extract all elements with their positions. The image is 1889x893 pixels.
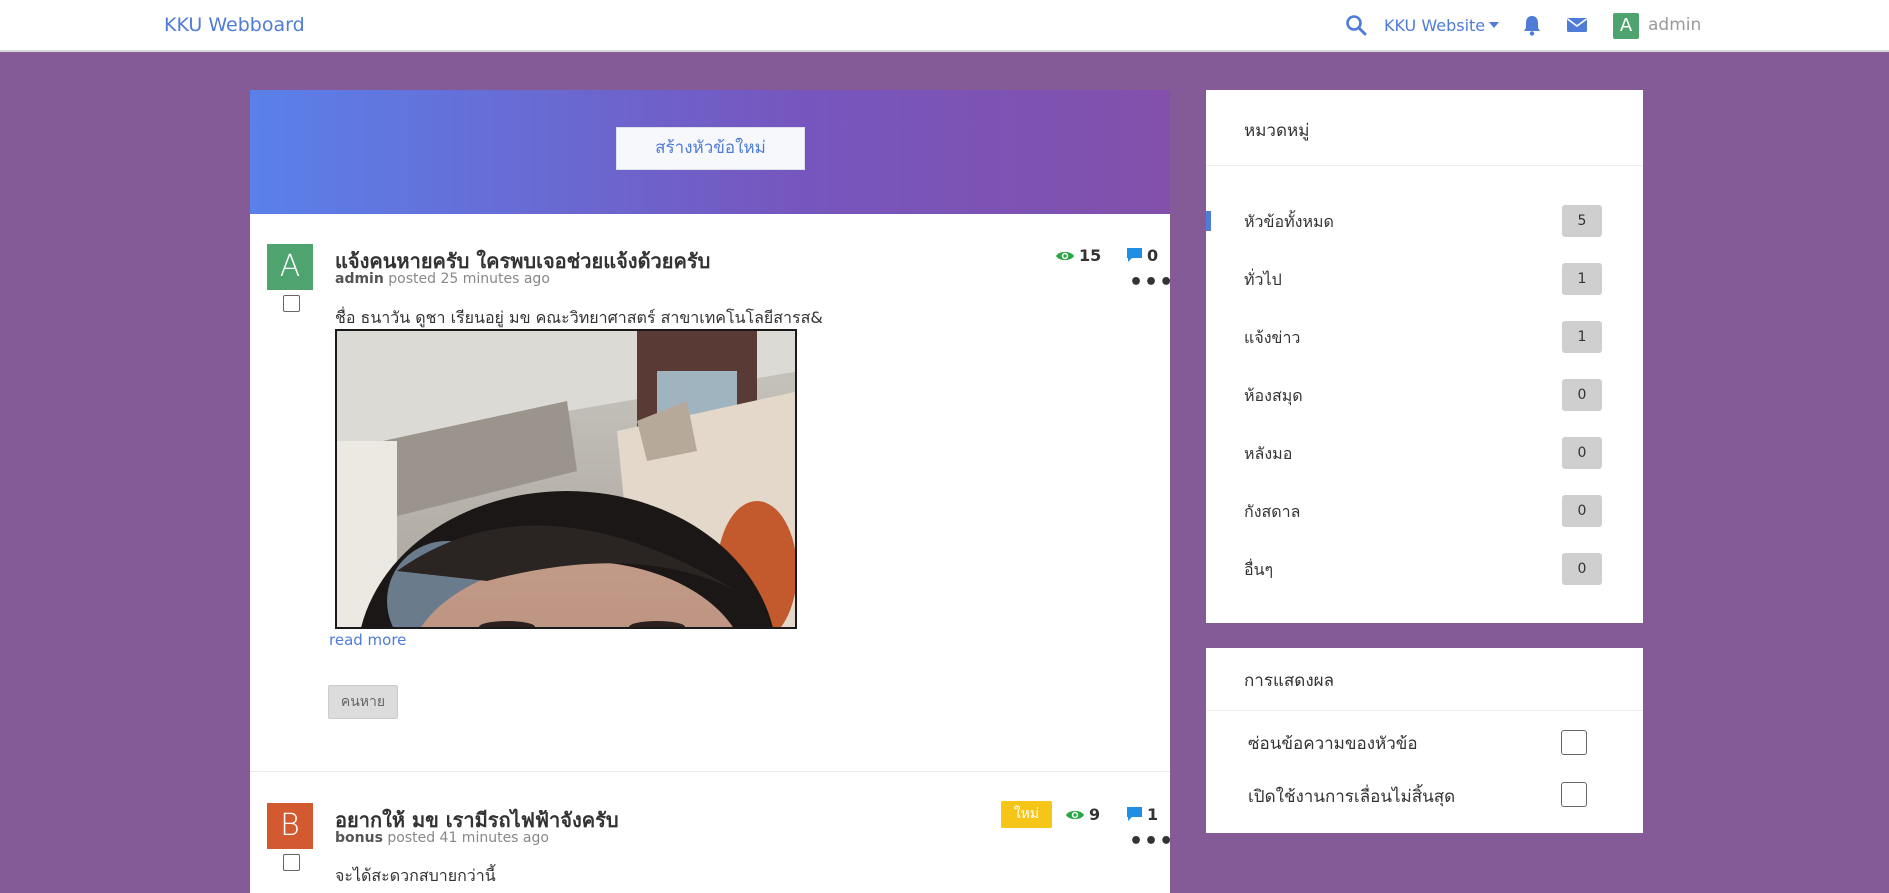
category-item[interactable]: ห้องสมุด <box>1244 384 1303 409</box>
topic-tag[interactable]: คนหาย <box>328 685 398 719</box>
topic-excerpt: จะได้สะดวกสบายกว่านี้ <box>335 866 496 885</box>
category-count: 0 <box>1562 553 1602 585</box>
infinite-scroll-checkbox[interactable] <box>1561 782 1587 807</box>
comment-icon <box>1127 807 1142 821</box>
display-options-card: การแสดงผล ซ่อนข้อความของหัวข้อ เปิดใช้งา… <box>1206 648 1643 833</box>
category-item[interactable]: ทั่วไป <box>1244 268 1282 293</box>
hide-topic-text-checkbox[interactable] <box>1561 730 1587 755</box>
selfie-photo <box>337 331 795 627</box>
more-options-icon[interactable]: ••• <box>1129 272 1170 294</box>
topic-image <box>335 329 797 629</box>
mail-icon[interactable] <box>1566 16 1588 34</box>
user-name[interactable]: admin <box>1648 15 1701 35</box>
card-divider <box>1206 710 1643 711</box>
category-count: 0 <box>1562 379 1602 411</box>
replies-count: 1 <box>1126 805 1158 824</box>
card-divider <box>1206 165 1643 166</box>
views-value: 9 <box>1089 805 1101 824</box>
user-avatar[interactable]: A <box>1613 13 1639 39</box>
eye-icon <box>1066 810 1084 820</box>
eye-icon <box>1056 251 1074 261</box>
replies-count: 0 <box>1126 246 1158 265</box>
categories-title: หมวดหมู่ <box>1244 121 1310 141</box>
views-count: 15 <box>1055 246 1101 265</box>
category-count: 0 <box>1562 495 1602 527</box>
category-count: 5 <box>1562 205 1602 237</box>
hide-topic-text-label: ซ่อนข้อความของหัวข้อ <box>1248 734 1418 754</box>
replies-value: 0 <box>1147 246 1159 265</box>
new-badge: ใหม่ <box>1001 801 1052 828</box>
category-count: 0 <box>1562 437 1602 469</box>
topic-posted-time: posted 25 minutes ago <box>388 271 550 287</box>
category-count: 1 <box>1562 321 1602 353</box>
replies-value: 1 <box>1147 805 1159 824</box>
more-options-icon[interactable]: ••• <box>1129 831 1170 853</box>
site-dropdown-label: KKU Website <box>1384 16 1486 35</box>
read-more-link[interactable]: read more <box>329 631 406 649</box>
search-icon[interactable] <box>1345 14 1367 36</box>
topics-panel: สร้างหัวข้อใหม่ A แจ้งคนหายครับ ใครพบเจอ… <box>250 90 1170 893</box>
topic-select-checkbox[interactable] <box>283 854 300 871</box>
views-value: 15 <box>1079 246 1102 265</box>
category-item[interactable]: อื่นๆ <box>1244 558 1273 583</box>
bell-icon[interactable] <box>1522 14 1542 36</box>
category-item[interactable]: แจ้งข่าว <box>1244 326 1300 351</box>
category-count: 1 <box>1562 263 1602 295</box>
topic-divider <box>250 771 1170 772</box>
display-options-title: การแสดงผล <box>1244 671 1335 691</box>
caret-down-icon <box>1489 22 1500 28</box>
infinite-scroll-label: เปิดใช้งานการเลื่อนไม่สิ้นสุด <box>1248 787 1456 807</box>
author-avatar[interactable]: A <box>267 244 313 290</box>
category-item[interactable]: กังสดาล <box>1244 500 1300 525</box>
category-item[interactable]: หลังมอ <box>1244 442 1292 467</box>
site-dropdown[interactable]: KKU Website <box>1384 16 1500 35</box>
new-topic-button[interactable]: สร้างหัวข้อใหม่ <box>616 127 805 170</box>
navbar: KKU Webboard KKU Website A admin <box>0 0 1889 52</box>
categories-card: หมวดหมู่ หัวข้อทั้งหมด 5 ทั่วไป 1 แจ้งข่… <box>1206 90 1643 623</box>
topic-meta: admin posted 25 minutes ago <box>335 271 550 287</box>
brand-link[interactable]: KKU Webboard <box>164 14 305 36</box>
topic-select-checkbox[interactable] <box>283 295 300 312</box>
topic-excerpt: ชื่อ ธนาวัน ดูชา เรียนอยู่ มข คณะวิทยาศา… <box>335 308 823 327</box>
topic-meta: bonus posted 41 minutes ago <box>335 830 549 846</box>
comment-icon <box>1127 248 1142 262</box>
category-item[interactable]: หัวข้อทั้งหมด <box>1244 210 1334 235</box>
views-count: 9 <box>1065 805 1100 824</box>
topic-author[interactable]: bonus <box>335 830 383 846</box>
topic-posted-time: posted 41 minutes ago <box>387 830 549 846</box>
topic-author[interactable]: admin <box>335 271 384 287</box>
author-avatar[interactable]: B <box>267 803 313 849</box>
active-category-indicator <box>1206 211 1211 231</box>
topics-banner: สร้างหัวข้อใหม่ <box>250 90 1170 214</box>
